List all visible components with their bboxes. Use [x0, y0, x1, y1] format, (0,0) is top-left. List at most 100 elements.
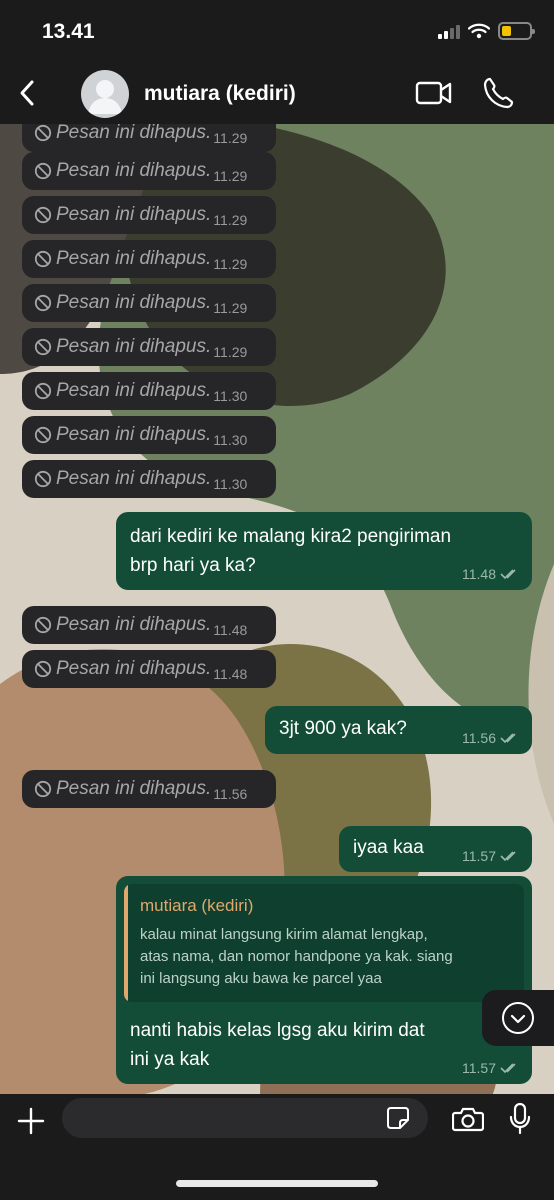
deleted-message[interactable]: Pesan ini dihapus. 11.29: [22, 124, 276, 152]
quote-text: kalau minat langsung kirim alamat lengka…: [140, 924, 514, 990]
default-avatar-icon: [88, 80, 122, 114]
message-time: 11.29: [213, 212, 248, 228]
quote-accent-bar: [124, 884, 128, 1002]
deleted-icon: [34, 294, 52, 312]
deleted-icon: [34, 780, 52, 798]
back-arrow-icon[interactable]: [14, 76, 42, 110]
message-time: 11.48: [462, 566, 496, 582]
video-call-icon[interactable]: [415, 78, 453, 108]
contact-name[interactable]: mutiara (kediri): [144, 82, 296, 106]
deleted-message[interactable]: Pesan ini dihapus. 11.29: [22, 284, 276, 322]
message-time: 11.57: [462, 848, 496, 864]
home-indicator: [176, 1180, 378, 1187]
message-time: 11.29: [213, 256, 248, 272]
message-time: 11.29: [213, 300, 248, 316]
sticker-icon[interactable]: [386, 1106, 410, 1130]
deleted-message[interactable]: Pesan ini dihapus. 11.56: [22, 770, 276, 808]
deleted-message[interactable]: Pesan ini dihapus. 11.29: [22, 240, 276, 278]
quote-line: ini langsung aku bawa ke parcel yaa: [140, 970, 382, 987]
deleted-icon: [34, 250, 52, 268]
message-text: dari kediri ke malang kira2 pengiriman b…: [130, 522, 451, 580]
deleted-message[interactable]: Pesan ini dihapus. 11.30: [22, 460, 276, 498]
wifi-icon: [468, 23, 490, 39]
message-text: Pesan ini dihapus.: [56, 336, 212, 357]
message-time: 11.57: [462, 1060, 496, 1076]
message-text: Pesan ini dihapus.: [56, 124, 212, 143]
quote-line: kalau minat langsung kirim alamat lengka…: [140, 926, 428, 943]
message-text: Pesan ini dihapus.: [56, 614, 212, 635]
deleted-message[interactable]: Pesan ini dihapus. 11.29: [22, 152, 276, 190]
message-text: 3jt 900 ya kak?: [279, 718, 407, 739]
double-check-icon: [500, 569, 516, 580]
message-text: Pesan ini dihapus.: [56, 658, 212, 679]
message-text: Pesan ini dihapus.: [56, 380, 212, 401]
message-text: iyaa kaa: [353, 837, 424, 858]
double-check-icon: [500, 1063, 516, 1074]
chat-header: 13.41 mutiara (kediri): [0, 0, 554, 124]
outgoing-message[interactable]: dari kediri ke malang kira2 pengiriman b…: [116, 512, 532, 590]
quoted-message[interactable]: mutiara (kediri) kalau minat langsung ki…: [124, 884, 524, 1002]
message-time: 11.56: [213, 786, 248, 802]
message-text: Pesan ini dihapus.: [56, 160, 212, 181]
quote-line: atas nama, dan nomor handpone ya kak. si…: [140, 948, 453, 965]
scroll-to-bottom-button[interactable]: [482, 990, 554, 1046]
double-check-icon: [500, 733, 516, 744]
deleted-message[interactable]: Pesan ini dihapus. 11.48: [22, 606, 276, 644]
message-time: 11.30: [213, 432, 248, 448]
reply-message[interactable]: mutiara (kediri) kalau minat langsung ki…: [116, 876, 532, 1084]
deleted-icon: [34, 660, 52, 678]
message-time: 11.30: [213, 388, 248, 404]
message-time: 11.29: [213, 130, 248, 146]
deleted-message[interactable]: Pesan ini dihapus. 11.48: [22, 650, 276, 688]
message-text: Pesan ini dihapus.: [56, 292, 212, 313]
status-time: 13.41: [42, 20, 95, 43]
message-meta: 11.57: [462, 848, 520, 864]
message-meta: 11.48: [462, 566, 520, 582]
chevron-down-icon: [502, 1002, 534, 1034]
deleted-message[interactable]: Pesan ini dihapus. 11.30: [22, 372, 276, 410]
plus-icon[interactable]: [16, 1106, 46, 1136]
message-line: dari kediri ke malang kira2 pengiriman: [130, 526, 452, 547]
deleted-icon: [34, 616, 52, 634]
deleted-icon: [34, 162, 52, 180]
microphone-icon[interactable]: [508, 1102, 532, 1136]
message-meta: 11.57: [462, 1060, 520, 1076]
deleted-icon: [34, 206, 52, 224]
message-time: 11.48: [213, 622, 248, 638]
message-meta: 11.56: [462, 730, 520, 746]
message-text: Pesan ini dihapus.: [56, 248, 212, 269]
message-time: 11.30: [213, 476, 248, 492]
deleted-icon: [34, 470, 52, 488]
outgoing-message[interactable]: iyaa kaa 11.57: [339, 826, 532, 872]
deleted-icon: [34, 426, 52, 444]
avatar[interactable]: [81, 70, 129, 118]
message-text: Pesan ini dihapus.: [56, 424, 212, 445]
outgoing-message[interactable]: 3jt 900 ya kak? 11.56: [265, 706, 532, 754]
message-line: nanti habis kelas lgsg aku kirim dat: [130, 1020, 425, 1041]
cellular-signal-icon: [438, 23, 460, 39]
message-line: ini ya kak: [130, 1049, 210, 1070]
deleted-message[interactable]: Pesan ini dihapus. 11.29: [22, 328, 276, 366]
message-text: Pesan ini dihapus.: [56, 778, 212, 799]
deleted-icon: [34, 338, 52, 356]
chat-screen: Pesan ini dihapus. 11.29 Pesan ini dihap…: [0, 0, 554, 1200]
message-time: 11.48: [213, 666, 248, 682]
deleted-icon: [34, 124, 52, 142]
message-input-wrapper: [62, 1098, 428, 1138]
double-check-icon: [500, 851, 516, 862]
message-time: 11.29: [213, 168, 248, 184]
message-text: Pesan ini dihapus.: [56, 204, 212, 225]
message-input[interactable]: [62, 1098, 428, 1138]
deleted-message[interactable]: Pesan ini dihapus. 11.29: [22, 196, 276, 234]
deleted-message[interactable]: Pesan ini dihapus. 11.30: [22, 416, 276, 454]
status-icons: [438, 22, 535, 40]
phone-call-icon[interactable]: [482, 76, 514, 110]
message-text: Pesan ini dihapus.: [56, 468, 212, 489]
message-text: nanti habis kelas lgsg aku kirim dat ini…: [130, 1016, 425, 1074]
message-time: 11.29: [213, 344, 248, 360]
battery-icon: [498, 22, 535, 40]
chat-area[interactable]: Pesan ini dihapus. 11.29 Pesan ini dihap…: [0, 124, 554, 1094]
camera-icon[interactable]: [452, 1106, 484, 1132]
quote-author: mutiara (kediri): [140, 896, 254, 915]
message-line: brp hari ya ka?: [130, 555, 256, 576]
